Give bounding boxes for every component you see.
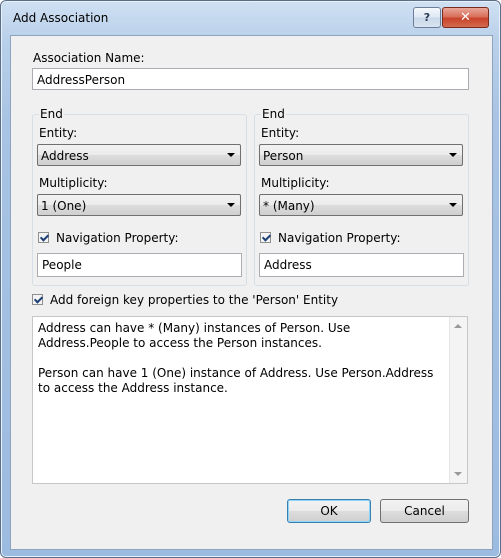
window-title: Add Association xyxy=(13,11,109,25)
right-nav-property-label: Navigation Property: xyxy=(278,231,401,245)
chevron-down-icon xyxy=(449,203,457,207)
right-entity-label: Entity: xyxy=(261,126,300,140)
chevron-down-icon xyxy=(227,153,235,157)
close-icon: ✕ xyxy=(460,10,471,25)
right-end-group-label: End xyxy=(261,107,286,121)
left-nav-property-input[interactable]: People xyxy=(37,253,242,277)
ok-button[interactable]: OK xyxy=(287,499,371,523)
right-multiplicity-label: Multiplicity: xyxy=(261,176,330,190)
left-end-group-label: End xyxy=(39,107,64,121)
left-entity-select[interactable]: Address xyxy=(37,144,241,166)
scroll-up-icon[interactable] xyxy=(454,324,462,328)
left-multiplicity-value: 1 (One) xyxy=(41,199,87,213)
left-nav-property-checkbox[interactable] xyxy=(38,232,49,243)
left-multiplicity-select[interactable]: 1 (One) xyxy=(37,194,241,216)
right-multiplicity-select[interactable]: * (Many) xyxy=(259,194,463,216)
description-line-1: Address can have * (Many) instances of P… xyxy=(38,321,351,350)
description-line-2: Person can have 1 (One) instance of Addr… xyxy=(38,366,434,395)
right-entity-select[interactable]: Person xyxy=(259,144,463,166)
left-nav-property-label: Navigation Property: xyxy=(56,231,179,245)
help-button[interactable]: ? xyxy=(413,7,441,28)
right-nav-property-checkbox[interactable] xyxy=(260,232,271,243)
left-multiplicity-label: Multiplicity: xyxy=(39,176,108,190)
left-entity-value: Address xyxy=(41,149,89,163)
foreign-key-label: Add foreign key properties to the 'Perso… xyxy=(50,293,339,307)
add-association-dialog: Add Association ? ✕ Association Name: Ad… xyxy=(0,0,501,558)
foreign-key-checkbox[interactable] xyxy=(32,294,43,305)
help-icon: ? xyxy=(423,11,431,24)
right-multiplicity-value: * (Many) xyxy=(263,199,315,213)
chevron-down-icon xyxy=(227,203,235,207)
association-description: Address can have * (Many) instances of P… xyxy=(32,316,468,484)
scroll-down-icon[interactable] xyxy=(454,472,462,476)
cancel-button[interactable]: Cancel xyxy=(380,499,469,523)
association-name-label: Association Name: xyxy=(33,51,145,65)
chevron-down-icon xyxy=(449,153,457,157)
dialog-body: Association Name: AddressPerson End Enti… xyxy=(10,35,493,550)
description-scrollbar[interactable] xyxy=(449,317,467,483)
title-bar: Add Association ? ✕ xyxy=(1,1,500,35)
right-nav-property-input[interactable]: Address xyxy=(259,253,464,277)
close-button[interactable]: ✕ xyxy=(442,7,489,28)
left-entity-label: Entity: xyxy=(39,126,78,140)
right-entity-value: Person xyxy=(263,149,304,163)
association-name-input[interactable]: AddressPerson xyxy=(32,68,469,90)
